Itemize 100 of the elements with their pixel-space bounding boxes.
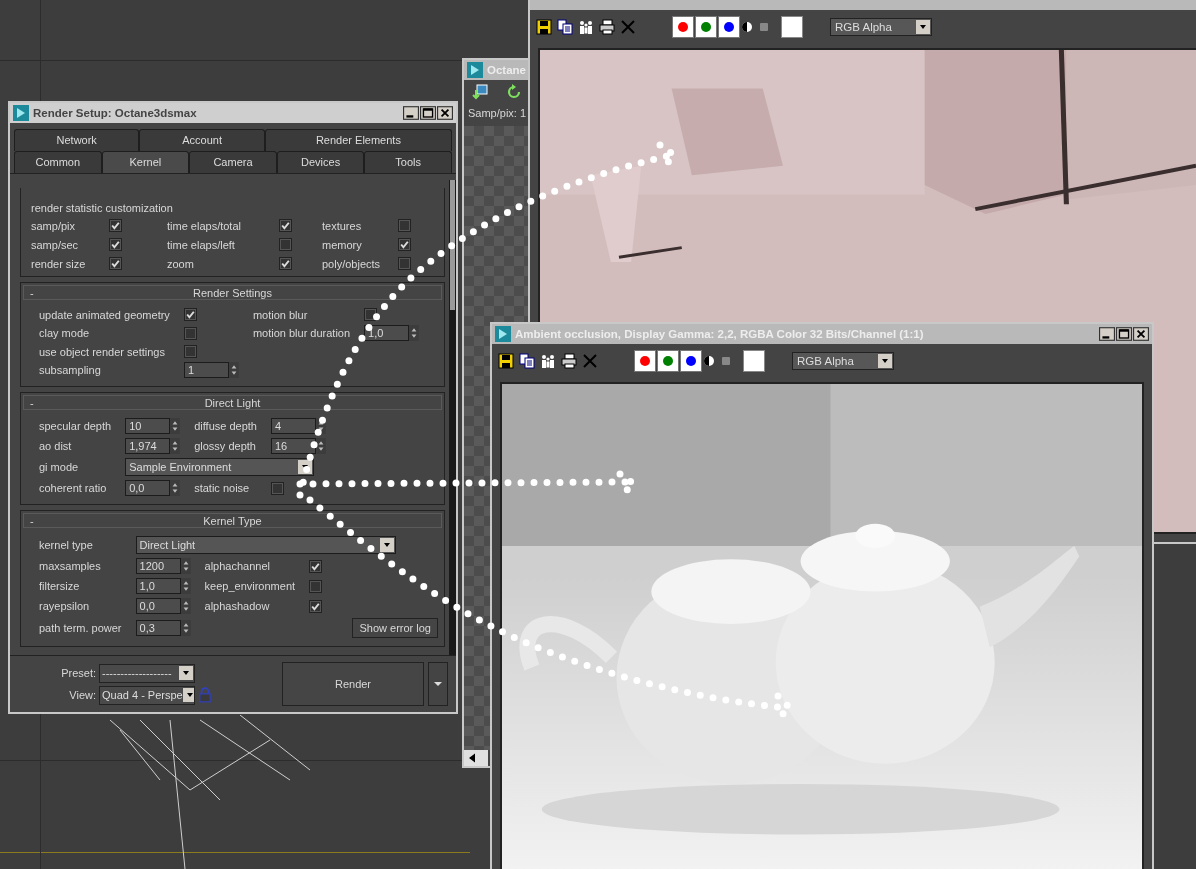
spinner-field[interactable]: 1,0 xyxy=(364,325,410,341)
close-button[interactable] xyxy=(1133,327,1149,341)
option-label: clay mode xyxy=(39,327,91,339)
color-swatch[interactable] xyxy=(743,350,765,372)
option-label: kernel type xyxy=(39,539,94,551)
rollout-title: Direct Light xyxy=(204,396,261,409)
contrast-icon[interactable] xyxy=(741,21,753,33)
maximize-button[interactable] xyxy=(420,106,436,120)
minimize-button[interactable] xyxy=(403,106,419,120)
maximize-button[interactable] xyxy=(1116,327,1132,341)
app-logo-icon xyxy=(467,62,483,78)
square-icon[interactable] xyxy=(720,355,732,367)
view-dropdown[interactable]: Quad 4 - Perspe xyxy=(99,685,195,705)
contrast-icon[interactable] xyxy=(703,355,715,367)
spinner-arrows-icon[interactable] xyxy=(180,558,191,574)
channel-dropdown[interactable]: RGB Alpha xyxy=(792,352,894,370)
checkbox[interactable] xyxy=(109,219,122,232)
tab[interactable]: Account xyxy=(139,129,265,151)
preset-label: Preset: xyxy=(60,667,96,679)
preset-dropdown[interactable]: ------------------- xyxy=(99,663,195,683)
checkbox[interactable] xyxy=(309,599,323,613)
spinner-field[interactable]: 0,0 xyxy=(125,480,171,496)
rollout-header[interactable]: - Kernel Type xyxy=(23,513,442,528)
square-icon[interactable] xyxy=(758,21,770,33)
spinner-field[interactable]: 1,974 xyxy=(125,438,171,454)
checkbox[interactable] xyxy=(398,238,411,251)
checkbox[interactable] xyxy=(309,579,323,593)
option-label: time elaps/left xyxy=(167,238,236,251)
people-icon[interactable] xyxy=(578,19,594,35)
option-label: use object render settings xyxy=(39,345,166,358)
copy-icon[interactable] xyxy=(557,19,573,35)
spinner-arrows-icon[interactable] xyxy=(180,578,191,594)
collapse-toggle[interactable]: - xyxy=(24,286,34,299)
spinner-field[interactable]: 1 xyxy=(183,362,229,378)
section-label: render statistic customization xyxy=(31,202,174,214)
spinner-arrows-icon[interactable] xyxy=(228,362,239,378)
checkbox[interactable] xyxy=(109,238,122,251)
app-logo-icon xyxy=(13,105,29,121)
color-swatch[interactable] xyxy=(781,16,803,38)
render-button[interactable]: Render xyxy=(282,662,424,706)
minimize-button[interactable] xyxy=(1099,327,1115,341)
spinner-field[interactable]: 0,3 xyxy=(135,620,181,636)
spinner-field[interactable]: 1200 xyxy=(135,558,181,574)
tab[interactable]: Common xyxy=(14,151,102,173)
option-label: static noise xyxy=(194,482,251,494)
spinner-arrows-icon[interactable] xyxy=(315,418,326,434)
scrollbar-thumb[interactable] xyxy=(450,180,455,310)
download-icon[interactable] xyxy=(472,84,488,100)
tab[interactable]: Devices xyxy=(276,151,365,173)
spinner-arrows-icon[interactable] xyxy=(315,438,326,454)
tab[interactable]: Network xyxy=(14,129,140,151)
option-label: subsampling xyxy=(39,364,102,376)
render-options-button[interactable] xyxy=(428,662,448,706)
spinner-arrows-icon[interactable] xyxy=(180,598,191,614)
checkbox[interactable] xyxy=(398,219,411,232)
option-label: samp/pix xyxy=(31,219,77,232)
save-icon[interactable] xyxy=(536,19,552,35)
option-label: motion blur xyxy=(252,308,309,321)
dropdown[interactable]: Direct Light xyxy=(135,536,396,554)
vertical-scrollbar[interactable] xyxy=(449,180,456,655)
tab[interactable]: Kernel xyxy=(101,151,190,173)
close-button[interactable] xyxy=(437,106,453,120)
dropdown[interactable]: Sample Environment xyxy=(125,458,315,476)
spinner-field[interactable]: 16 xyxy=(270,438,316,454)
spinner-field[interactable]: 4 xyxy=(270,418,316,434)
spinner-arrows-icon[interactable] xyxy=(180,620,191,636)
print-icon[interactable] xyxy=(599,19,615,35)
checkbox[interactable] xyxy=(279,219,292,232)
collapse-toggle[interactable]: - xyxy=(24,514,34,527)
option-label: filtersize xyxy=(39,580,81,592)
checkbox[interactable] xyxy=(279,238,292,251)
tab[interactable]: Tools xyxy=(364,151,452,173)
save-icon[interactable] xyxy=(498,353,514,369)
people-icon[interactable] xyxy=(540,353,556,369)
refresh-icon[interactable] xyxy=(506,84,522,100)
option-label: specular depth xyxy=(39,420,112,432)
copy-icon[interactable] xyxy=(519,353,535,369)
spinner-field[interactable]: 10 xyxy=(125,418,171,434)
checkbox[interactable] xyxy=(270,481,284,495)
option-label: maxsamples xyxy=(39,560,102,572)
channel-dropdown[interactable]: RGB Alpha xyxy=(830,18,932,36)
tab[interactable]: Render Elements xyxy=(264,129,452,151)
show-error-log-button[interactable]: Show error log xyxy=(352,618,438,638)
rollout-header[interactable]: - Render Settings xyxy=(23,285,442,300)
checkbox[interactable] xyxy=(309,559,323,573)
horizontal-scrollbar[interactable] xyxy=(464,750,488,766)
spinner-field[interactable]: 0,0 xyxy=(135,598,181,614)
print-icon[interactable] xyxy=(561,353,577,369)
checkbox[interactable] xyxy=(279,257,292,270)
spinner-field[interactable]: 1,0 xyxy=(135,578,181,594)
checkbox[interactable] xyxy=(183,326,197,340)
checkbox[interactable] xyxy=(183,345,197,358)
collapse-toggle[interactable]: - xyxy=(24,396,34,409)
rollout-header[interactable]: - Direct Light xyxy=(23,395,442,410)
checkbox[interactable] xyxy=(109,257,122,270)
option-label: time elaps/total xyxy=(167,219,242,232)
checkbox[interactable] xyxy=(398,257,411,270)
tab[interactable]: Camera xyxy=(189,151,277,173)
checkbox[interactable] xyxy=(183,308,197,321)
option-label: render size xyxy=(31,257,87,270)
